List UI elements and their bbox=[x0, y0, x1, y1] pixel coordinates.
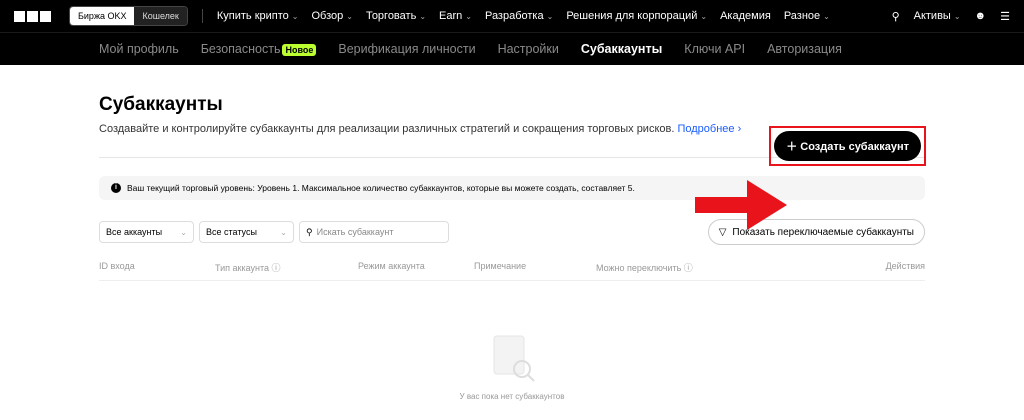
column-header: Примечание bbox=[474, 261, 527, 271]
wallet-tab[interactable]: Кошелек bbox=[134, 7, 187, 25]
subnav-item[interactable]: Безопасность Новое bbox=[201, 42, 317, 56]
okx-logo[interactable] bbox=[14, 10, 51, 22]
menu-icon[interactable]: ☰ bbox=[1000, 10, 1010, 23]
account-subnav: Мой профиль Безопасность Новое Верификация … bbox=[0, 32, 1024, 65]
nav-item[interactable]: Решения для корпораций ⌄ bbox=[566, 10, 707, 22]
nav-item[interactable]: Обзор ⌄ bbox=[311, 10, 352, 22]
new-badge: Новое bbox=[282, 44, 317, 56]
search-icon[interactable]: ⚲ bbox=[892, 10, 900, 23]
column-header: Можно переключить ⓘ bbox=[596, 263, 693, 273]
mode-switch: Биржа OKX Кошелек bbox=[69, 6, 188, 26]
status-select[interactable]: Все статусы ⌄ bbox=[199, 221, 294, 243]
page-title: Субаккаунты bbox=[99, 94, 223, 115]
main-nav: Купить крипто ⌄ Обзор ⌄ Торговать ⌄ Earn ⌄ Разра… bbox=[217, 10, 830, 22]
assets-menu[interactable]: Активы ⌄ bbox=[914, 10, 961, 22]
exchange-tab[interactable]: Биржа OKX bbox=[70, 7, 135, 25]
divider bbox=[201, 9, 203, 23]
table-header: ID входа Тип аккаунта ⓘ Режим аккаунта Прим… bbox=[99, 261, 925, 281]
info-banner: i Ваш текущий торговый уровень: Уровень 1… bbox=[99, 176, 925, 200]
nav-item[interactable]: Академия bbox=[720, 10, 771, 22]
empty-document-icon bbox=[493, 335, 535, 382]
column-header: Действия bbox=[885, 261, 925, 271]
accounts-select[interactable]: Все аккаунты ⌄ bbox=[99, 221, 194, 243]
subnav-item[interactable]: Субаккаунты bbox=[581, 42, 662, 56]
user-icon[interactable]: ☻ bbox=[975, 10, 987, 22]
subnav-item[interactable]: Авторизация bbox=[767, 42, 842, 56]
top-bar: Биржа OKX Кошелек Купить крипто ⌄ Обзор ⌄ То… bbox=[0, 0, 1024, 32]
subnav-item[interactable]: Мой профиль bbox=[99, 42, 179, 56]
column-header: Режим аккаунта bbox=[358, 261, 425, 271]
subnav-item[interactable]: Настройки bbox=[498, 42, 559, 56]
column-header: Тип аккаунта ⓘ bbox=[215, 263, 281, 273]
create-subaccount-highlight: ＋ Создать субаккаунт bbox=[769, 126, 926, 166]
search-input[interactable]: ⚲ Искать субаккаунт bbox=[299, 221, 449, 243]
info-icon: i bbox=[111, 183, 121, 193]
nav-item[interactable]: Купить крипто ⌄ bbox=[217, 10, 299, 22]
nav-item[interactable]: Earn ⌄ bbox=[439, 10, 472, 22]
create-subaccount-button[interactable]: ＋ Создать субаккаунт bbox=[774, 131, 921, 161]
subnav-item[interactable]: Ключи API bbox=[684, 42, 745, 56]
learn-more-link[interactable]: Подробнее › bbox=[677, 123, 741, 135]
empty-state: У вас пока нет субаккаунтов bbox=[99, 331, 925, 401]
nav-item[interactable]: Разное ⌄ bbox=[784, 10, 830, 22]
column-header: ID входа bbox=[99, 261, 135, 271]
nav-item[interactable]: Торговать ⌄ bbox=[366, 10, 426, 22]
red-arrow-annotation bbox=[695, 180, 787, 230]
nav-item[interactable]: Разработка ⌄ bbox=[485, 10, 553, 22]
subnav-item[interactable]: Верификация личности bbox=[338, 42, 475, 56]
search-icon: ⚲ bbox=[306, 226, 313, 237]
